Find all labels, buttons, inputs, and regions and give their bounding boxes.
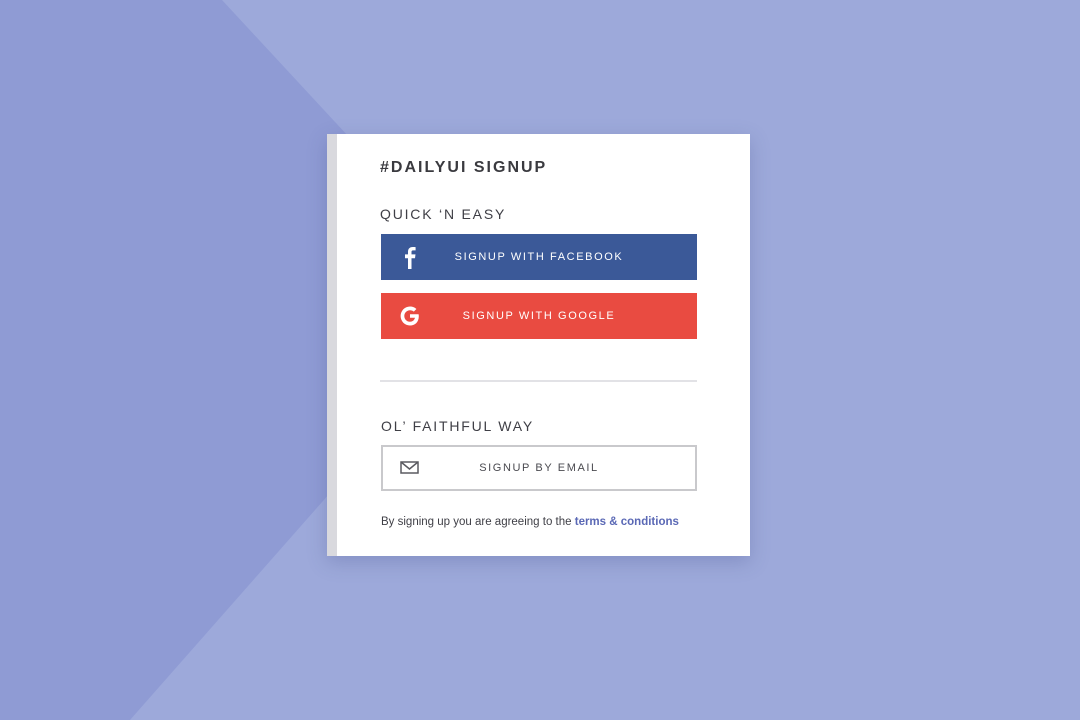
- signup-card: #DAILYUI SIGNUP QUICK ‘N EASY SIGNUP WIT…: [327, 134, 750, 556]
- signup-google-button[interactable]: SIGNUP WITH GOOGLE: [381, 293, 697, 339]
- signup-google-label: SIGNUP WITH GOOGLE: [462, 310, 616, 322]
- card-side-strip: [327, 134, 337, 556]
- signup-email-label: SIGNUP BY EMAIL: [479, 462, 599, 474]
- terms-conditions-link[interactable]: terms & conditions: [575, 516, 679, 528]
- signup-facebook-button[interactable]: SIGNUP WITH FACEBOOK: [381, 234, 697, 280]
- page-background: #DAILYUI SIGNUP QUICK ‘N EASY SIGNUP WIT…: [0, 0, 1080, 720]
- quick-section-label: QUICK ‘N EASY: [380, 206, 507, 222]
- terms-notice: By signing up you are agreeing to the te…: [381, 516, 679, 528]
- terms-text: By signing up you are agreeing to the: [381, 516, 572, 528]
- faithful-section-label: OL’ FAITHFUL WAY: [381, 418, 535, 434]
- section-divider: [380, 380, 697, 382]
- signup-email-button[interactable]: SIGNUP BY EMAIL: [381, 445, 697, 491]
- card-title: #DAILYUI SIGNUP: [380, 159, 548, 176]
- signup-facebook-label: SIGNUP WITH FACEBOOK: [454, 251, 624, 263]
